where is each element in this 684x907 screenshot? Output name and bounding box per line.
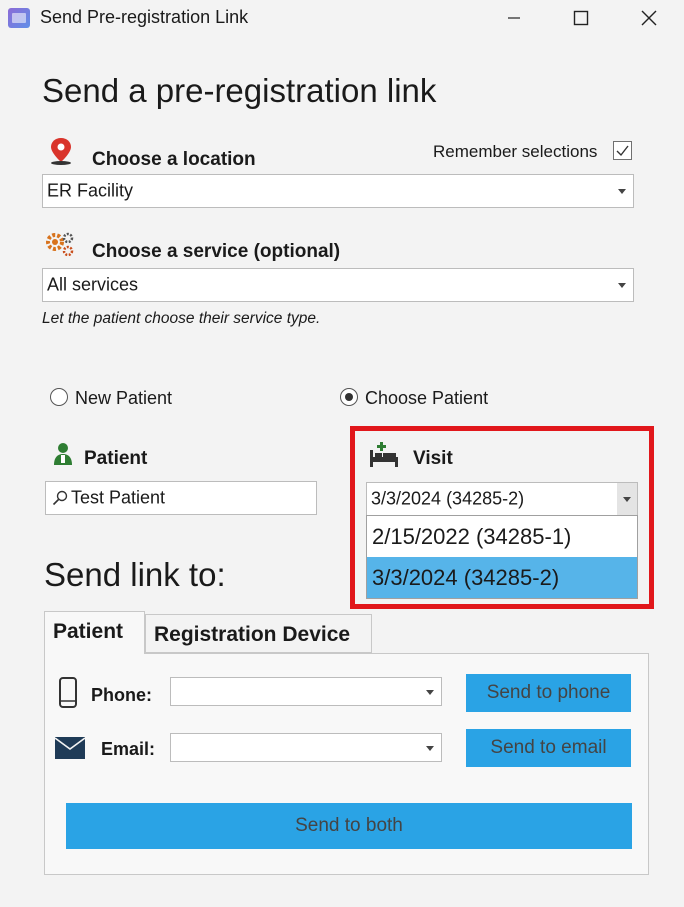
choose-patient-label: Choose Patient <box>365 388 489 408</box>
send-to-phone-button[interactable]: Send to phone <box>466 674 631 712</box>
chevron-down-icon <box>426 745 434 751</box>
maximize-button[interactable] <box>546 0 616 36</box>
send-to-heading: Send link to: <box>44 556 226 593</box>
chevron-down-icon <box>618 189 626 194</box>
email-select[interactable] <box>170 733 442 762</box>
phone-select[interactable] <box>170 677 442 706</box>
chevron-down-icon <box>426 689 434 695</box>
page-title: Send a pre-registration link <box>42 72 437 109</box>
send-to-both-button[interactable]: Send to both <box>66 803 632 849</box>
service-hint: Let the patient choose their service typ… <box>42 310 321 327</box>
app-icon <box>8 8 30 28</box>
maximize-icon <box>573 10 589 26</box>
close-button[interactable] <box>614 0 684 36</box>
location-label: Choose a location <box>92 149 256 170</box>
send-to-email-button[interactable]: Send to email <box>466 729 631 767</box>
minimize-button[interactable] <box>479 0 549 36</box>
service-label: Choose a service (optional) <box>92 241 341 262</box>
visit-option-selected[interactable]: 3/3/2024 (34285-2) <box>367 557 637 598</box>
chevron-down-icon <box>623 497 631 502</box>
new-patient-label: New Patient <box>75 388 173 408</box>
tab-registration-device[interactable]: Registration Device <box>145 614 372 653</box>
location-select[interactable]: ER Facility <box>42 174 634 208</box>
title-bar: Send Pre-registration Link <box>0 0 684 36</box>
bed-icon <box>370 442 398 467</box>
remember-label: Remember selections <box>433 142 598 161</box>
tab-patient[interactable]: Patient <box>44 611 145 654</box>
checkmark-icon <box>616 145 629 157</box>
gears-icon <box>46 232 74 257</box>
location-value: ER Facility <box>47 180 134 201</box>
visit-select[interactable]: 3/3/2024 (34285-2) <box>366 482 638 516</box>
chevron-down-icon <box>618 283 626 288</box>
patient-search-input[interactable]: Test Patient <box>45 481 317 515</box>
visit-option[interactable]: 2/15/2022 (34285-1) <box>367 516 637 557</box>
location-pin-icon <box>51 138 71 165</box>
phone-label: Phone: <box>91 685 152 705</box>
patient-label: Patient <box>84 448 148 469</box>
new-patient-radio[interactable] <box>50 388 68 406</box>
choose-patient-radio[interactable] <box>340 388 358 406</box>
minimize-icon <box>508 17 520 19</box>
search-icon <box>52 490 68 506</box>
service-select[interactable]: All services <box>42 268 634 302</box>
service-value: All services <box>47 274 139 295</box>
visit-dropdown-list: 2/15/2022 (34285-1) 3/3/2024 (34285-2) <box>366 515 638 599</box>
window-title: Send Pre-registration Link <box>40 7 249 27</box>
remember-checkbox[interactable] <box>613 141 632 160</box>
email-label: Email: <box>101 739 156 759</box>
email-icon <box>55 737 85 759</box>
visit-label: Visit <box>413 448 453 469</box>
patient-icon <box>54 443 72 465</box>
visit-dropdown-button[interactable] <box>617 483 637 515</box>
visit-value: 3/3/2024 (34285-2) <box>371 488 525 509</box>
phone-icon <box>59 677 77 708</box>
patient-search-value: Test Patient <box>71 487 166 508</box>
close-icon <box>641 10 657 26</box>
